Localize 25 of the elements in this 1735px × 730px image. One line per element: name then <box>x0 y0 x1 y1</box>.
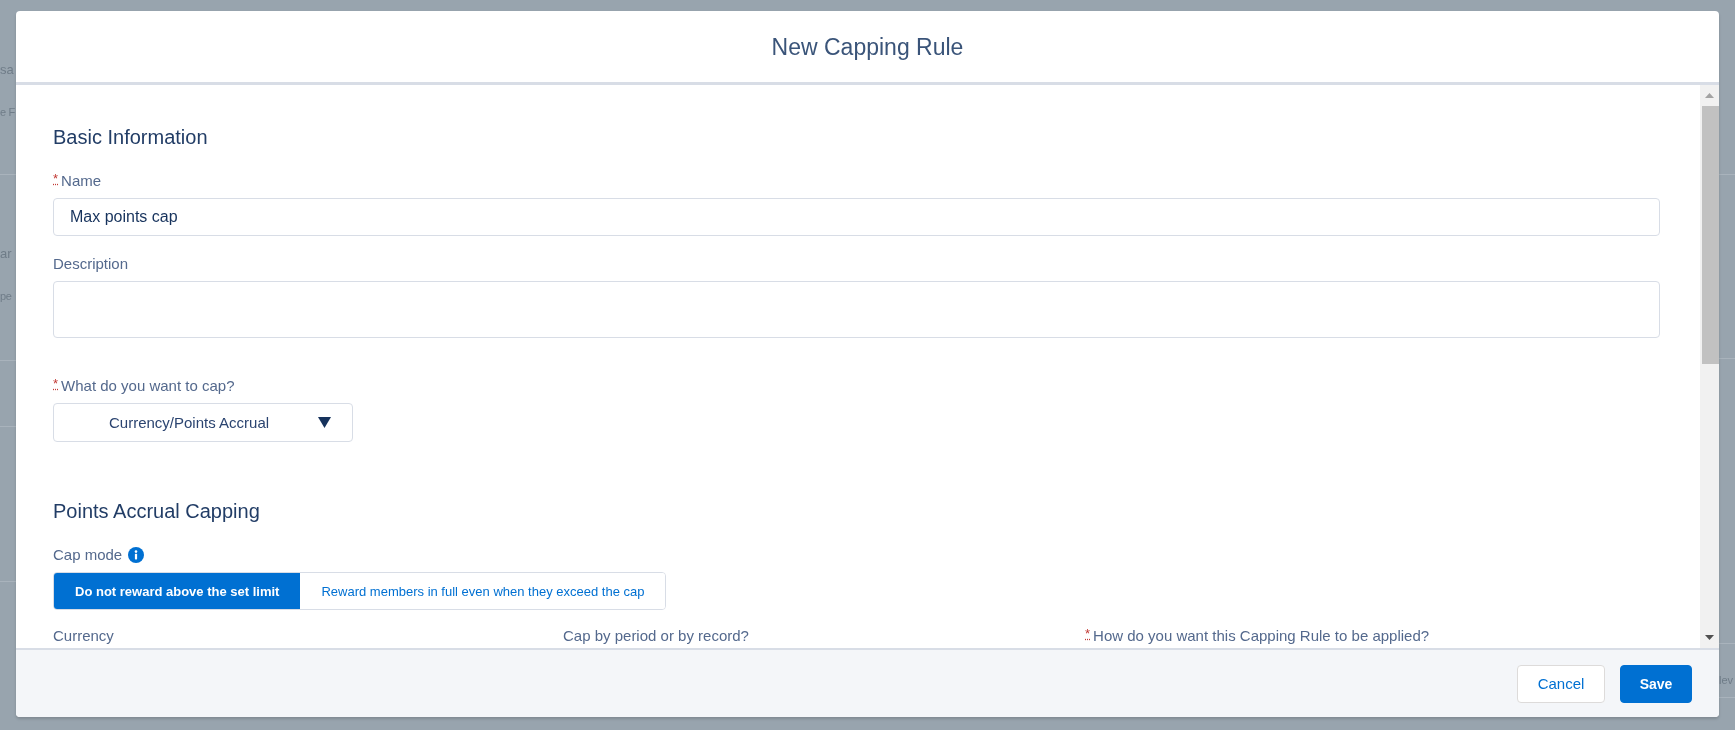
field-label: What do you want to cap? <box>61 377 235 395</box>
scroll-down-icon[interactable] <box>1705 635 1714 640</box>
scrollbar-thumb[interactable] <box>1702 106 1719 364</box>
field-label: Cap by period or by record? <box>563 627 749 645</box>
text-input[interactable]: Max points cap <box>53 198 1660 236</box>
save-button[interactable]: Save <box>1620 664 1692 703</box>
section-heading: Basic Information <box>53 125 208 150</box>
required-mark: * <box>53 172 59 186</box>
field-label: Currency <box>53 627 114 645</box>
scroll-up-icon[interactable] <box>1705 93 1714 98</box>
required-mark: * <box>53 377 59 391</box>
cancel-button[interactable]: Cancel <box>1517 664 1605 703</box>
modal-title: New Capping Rule <box>771 32 964 61</box>
section-heading: Points Accrual Capping <box>53 499 260 524</box>
field-label: Cap mode <box>53 546 123 564</box>
required-mark: * <box>1085 627 1091 641</box>
caret-down-icon <box>318 417 331 428</box>
field-label: Name <box>61 172 102 190</box>
field-label: How do you want this Capping Rule to be applied? <box>1093 627 1430 645</box>
segment-button[interactable]: Do not reward above the set limit <box>54 573 301 609</box>
dropdown-select[interactable]: Currency/Points Accrual <box>53 403 353 442</box>
scrollbar-track[interactable] <box>1700 85 1719 648</box>
text-area[interactable] <box>53 281 1660 338</box>
info-icon[interactable] <box>128 547 145 563</box>
field-label: Description <box>53 255 129 273</box>
